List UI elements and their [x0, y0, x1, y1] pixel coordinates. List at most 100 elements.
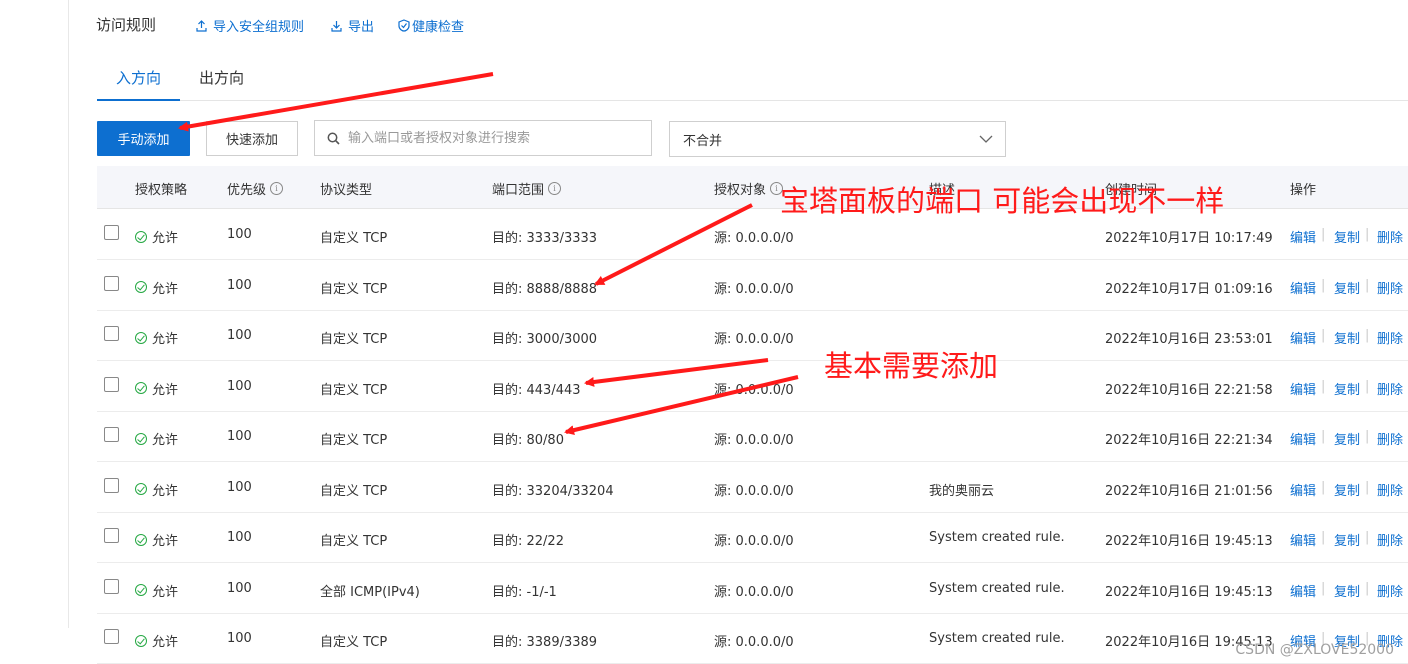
copy-link[interactable]: 复制	[1334, 379, 1360, 398]
edit-link[interactable]: 编辑	[1290, 581, 1316, 600]
copy-link[interactable]: 复制	[1334, 278, 1360, 297]
delete-link[interactable]: 删除	[1377, 429, 1403, 448]
col-priority[interactable]: 优先级 i	[227, 179, 284, 198]
protocol-cell: 自定义 TCP	[320, 332, 388, 347]
action-separator: |	[1365, 580, 1370, 596]
edit-link[interactable]: 编辑	[1290, 530, 1316, 549]
action-separator: |	[1321, 580, 1326, 596]
col-protocol[interactable]: 协议类型	[320, 179, 372, 198]
created-cell: 2022年10月16日 19:45:13	[1105, 534, 1273, 549]
edit-link[interactable]: 编辑	[1290, 480, 1316, 499]
col-port[interactable]: 端口范围 i	[492, 179, 562, 198]
desc-cell: 我的奥丽云	[929, 483, 995, 499]
edit-link[interactable]: 编辑	[1290, 227, 1316, 246]
copy-link[interactable]: 复制	[1334, 429, 1360, 448]
check-circle-icon	[135, 331, 147, 344]
quick-add-button[interactable]: 快速添加	[206, 121, 298, 156]
search-icon	[327, 132, 340, 145]
protocol-cell: 自定义 TCP	[320, 483, 388, 499]
edit-link[interactable]: 编辑	[1290, 278, 1316, 297]
protocol-cell: 自定义 TCP	[320, 382, 388, 398]
protocol-cell: 自定义 TCP	[320, 231, 388, 246]
copy-link[interactable]: 复制	[1334, 328, 1360, 347]
action-separator: |	[1321, 479, 1326, 495]
col-policy-label: 授权策略	[135, 183, 188, 198]
info-icon[interactable]: i	[548, 182, 562, 195]
row-checkbox[interactable]	[104, 629, 119, 644]
edit-link[interactable]: 编辑	[1290, 328, 1316, 347]
info-icon[interactable]: i	[270, 182, 284, 195]
row-checkbox[interactable]	[104, 275, 119, 291]
row-checkbox[interactable]	[104, 477, 119, 493]
action-separator: |	[1321, 378, 1326, 394]
created-cell: 2022年10月16日 21:01:56	[1105, 483, 1273, 499]
edit-link[interactable]: 编辑	[1290, 429, 1316, 448]
action-separator: |	[1321, 328, 1326, 343]
check-circle-icon	[135, 584, 147, 596]
row-checkbox[interactable]	[104, 427, 119, 442]
edit-link[interactable]: 编辑	[1290, 379, 1316, 398]
table-row: 允许 100 自定义 TCP 目的: 80/80 源: 0.0.0.0/0 2022年10…	[97, 411, 1408, 462]
desc-cell: System created rule.	[929, 580, 1065, 596]
check-circle-icon	[135, 432, 147, 445]
check-circle-icon	[135, 382, 147, 394]
policy-cell: 允许	[135, 379, 178, 398]
delete-link[interactable]: 删除	[1377, 379, 1403, 398]
copy-link[interactable]: 复制	[1334, 530, 1360, 549]
tabs-divider	[97, 100, 1408, 101]
priority-cell: 100	[227, 328, 252, 343]
health-check-link[interactable]: 健康检查	[398, 16, 464, 35]
created-cell: 2022年10月16日 19:45:13	[1105, 584, 1273, 600]
import-rules-label: 导入安全组规则	[213, 20, 305, 35]
policy-text: 允许	[152, 281, 179, 297]
row-checkbox[interactable]	[104, 376, 119, 392]
check-circle-icon	[135, 533, 147, 546]
export-link[interactable]: 导出	[331, 16, 374, 35]
col-priority-label: 优先级	[227, 183, 267, 198]
action-separator: |	[1365, 378, 1370, 394]
action-separator: |	[1365, 429, 1370, 444]
policy-cell: 允许	[135, 227, 178, 246]
merge-select-value: 不合并	[683, 133, 723, 149]
tab-outbound[interactable]: 出方向	[199, 67, 244, 88]
search-box[interactable]	[314, 120, 652, 156]
delete-link[interactable]: 删除	[1377, 328, 1403, 347]
health-check-label: 健康检查	[412, 20, 465, 35]
port-cell: 目的: 3000/3000	[492, 332, 598, 347]
created-cell: 2022年10月17日 10:17:49	[1105, 231, 1273, 246]
section-title: 访问规则	[96, 16, 157, 34]
policy-text: 允许	[152, 332, 179, 347]
copy-link[interactable]: 复制	[1334, 480, 1360, 499]
tab-inbound[interactable]: 入方向	[116, 67, 161, 88]
import-rules-link[interactable]: 导入安全组规则	[196, 16, 304, 35]
row-checkbox[interactable]	[104, 578, 119, 594]
delete-link[interactable]: 删除	[1377, 530, 1403, 549]
policy-text: 允许	[152, 433, 179, 448]
action-separator: |	[1365, 479, 1370, 495]
action-separator: |	[1321, 530, 1326, 545]
copy-link[interactable]: 复制	[1334, 227, 1360, 246]
priority-cell: 100	[227, 429, 252, 444]
protocol-cell: 全部 ICMP(IPv4)	[320, 584, 420, 600]
row-checkbox[interactable]	[104, 326, 119, 341]
policy-cell: 允许	[135, 278, 178, 297]
search-input[interactable]	[346, 129, 630, 147]
source-cell: 源: 0.0.0.0/0	[714, 433, 794, 448]
delete-link[interactable]: 删除	[1377, 480, 1403, 499]
delete-link[interactable]: 删除	[1377, 581, 1403, 600]
delete-link[interactable]: 删除	[1377, 227, 1403, 246]
col-source[interactable]: 授权对象 i	[714, 179, 784, 198]
row-checkbox[interactable]	[104, 528, 119, 543]
delete-link[interactable]: 删除	[1377, 278, 1403, 297]
row-checkbox[interactable]	[104, 225, 119, 240]
policy-cell: 允许	[135, 631, 178, 650]
merge-select[interactable]: 不合并	[669, 121, 1006, 157]
priority-cell: 100	[227, 277, 252, 293]
col-policy[interactable]: 授权策略	[135, 179, 187, 198]
action-separator: |	[1365, 277, 1370, 293]
port-cell: 目的: 3333/3333	[492, 231, 598, 246]
copy-link[interactable]: 复制	[1334, 581, 1360, 600]
port-cell: 目的: 33204/33204	[492, 483, 614, 499]
protocol-cell: 自定义 TCP	[320, 534, 388, 549]
manual-add-button[interactable]: 手动添加	[97, 121, 190, 156]
